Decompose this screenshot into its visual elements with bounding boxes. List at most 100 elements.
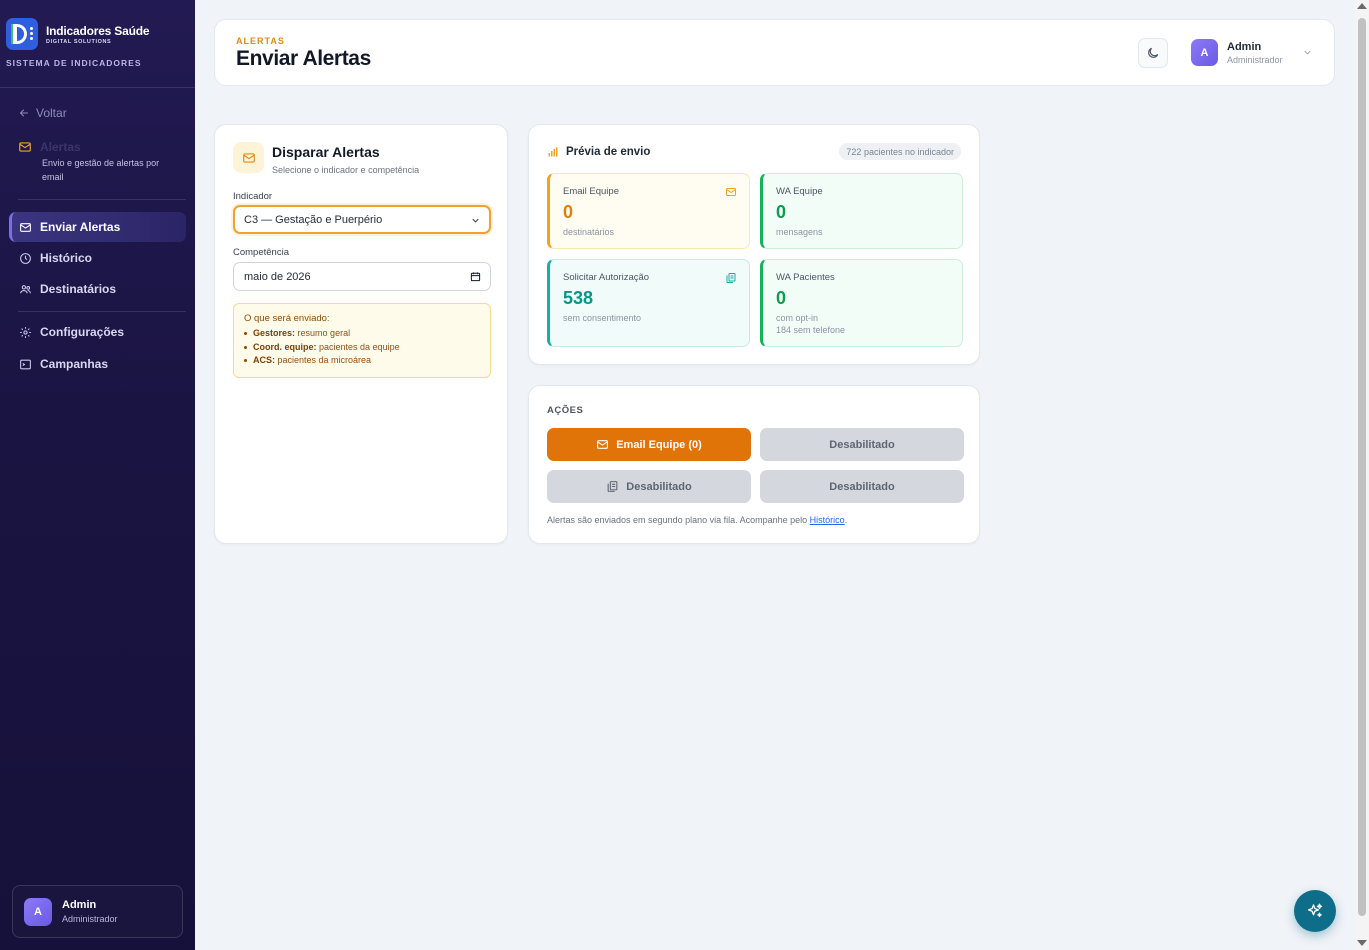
- dispatch-title: Disparar Alertas: [272, 144, 380, 160]
- historico-link[interactable]: Histórico: [810, 515, 845, 525]
- mail-icon: [19, 142, 31, 152]
- info-title: O que será enviado:: [244, 313, 330, 324]
- sidebar-item-label: Configurações: [40, 325, 125, 339]
- calendar-icon[interactable]: [470, 271, 481, 282]
- sidebar-item-enviar-alertas[interactable]: Enviar Alertas: [9, 212, 186, 242]
- brand[interactable]: Indicadores Saúde DIGITAL SOLUTIONS: [6, 18, 150, 50]
- sidebar-item-label: Destinatários: [40, 282, 117, 296]
- indicator-select[interactable]: C3 — Gestação e Puerpério: [233, 205, 491, 234]
- chevron-down-icon: [1303, 50, 1311, 55]
- mail-icon: [233, 142, 264, 173]
- users-icon: [20, 284, 31, 293]
- back-link[interactable]: Voltar: [18, 106, 67, 120]
- button-label: Desabilitado: [829, 438, 895, 451]
- sparkles-icon: [1307, 903, 1323, 918]
- competence-label: Competência: [233, 247, 289, 258]
- wa-equipe-button[interactable]: Desabilitado: [760, 428, 964, 461]
- indicator-value: C3 — Gestação e Puerpério: [244, 213, 383, 226]
- stat-label: WA Pacientes: [776, 272, 835, 283]
- sidebar: Indicadores Saúde DIGITAL SOLUTIONS SIST…: [0, 0, 195, 950]
- page-header: ALERTAS Enviar Alertas A Admin Administr…: [214, 19, 1335, 86]
- scrollbar-thumb[interactable]: [1358, 18, 1366, 916]
- stat-label: Solicitar Autorização: [563, 272, 650, 283]
- scroll-down-icon[interactable]: [1357, 940, 1367, 946]
- stat-sub: com opt-in 184 sem telefone: [776, 313, 846, 335]
- stat-label: Email Equipe: [563, 186, 619, 197]
- competence-input[interactable]: maio de 2026: [233, 262, 491, 291]
- stat-wa-equipe: WA Equipe 0 mensagens: [760, 173, 963, 249]
- list-item: Gestores: resumo geral: [244, 327, 480, 341]
- wa-pacientes-button[interactable]: Desabilitado: [760, 470, 964, 503]
- stat-sub: destinatários: [563, 227, 615, 237]
- info-box: O que será enviado: Gestores: resumo ger…: [233, 303, 491, 378]
- user-name: Admin: [62, 899, 97, 911]
- section-header: Alertas Envio e gestão de alertas por em…: [18, 140, 172, 184]
- stat-email-equipe: Email Equipe 0 destinatários: [547, 173, 750, 249]
- brand-subtitle: DIGITAL SOLUTIONS: [46, 38, 112, 45]
- stat-sub: mensagens: [776, 227, 823, 237]
- section-description: Envio e gestão de alertas por email: [42, 158, 160, 182]
- actions-title: AÇÕES: [547, 405, 584, 416]
- solicitar-autorizacao-button[interactable]: Desabilitado: [547, 470, 751, 503]
- logo-icon: [6, 18, 38, 50]
- user-name: Admin: [1227, 40, 1262, 53]
- scroll-up-icon[interactable]: [1357, 3, 1367, 9]
- stat-solicitar-autorizacao: Solicitar Autorização 538 sem consentime…: [547, 259, 750, 347]
- competence-value: maio de 2026: [244, 270, 311, 283]
- arrow-left-icon: [19, 109, 28, 117]
- sidebar-divider: [18, 199, 186, 200]
- button-label: Desabilitado: [829, 480, 895, 493]
- sidebar-item-label: Enviar Alertas: [40, 220, 121, 234]
- list-item: ACS: pacientes da microárea: [244, 354, 480, 368]
- user-role: Administrador: [1227, 54, 1283, 65]
- clipboard-icon: [607, 481, 618, 492]
- dispatch-subtitle: Selecione o indicador e competência: [272, 165, 420, 175]
- terminal-icon: [20, 359, 31, 369]
- actions-card: AÇÕES Email Equipe (0) Desabilitado Desa…: [528, 385, 980, 544]
- clock-icon: [20, 252, 31, 264]
- section-title: Alertas: [40, 140, 81, 154]
- page-title: Enviar Alertas: [236, 47, 371, 70]
- chevron-down-icon: [472, 218, 479, 223]
- back-label: Voltar: [36, 106, 67, 120]
- stat-value: 538: [563, 288, 594, 308]
- email-equipe-button[interactable]: Email Equipe (0): [547, 428, 751, 461]
- patients-count-badge: 722 pacientes no indicador: [839, 143, 961, 160]
- sidebar-item-configuracoes[interactable]: Configurações: [9, 317, 186, 347]
- header-user-menu[interactable]: A Admin Administrador: [1191, 39, 1313, 66]
- avatar: A: [1191, 39, 1218, 66]
- mail-icon: [597, 440, 609, 449]
- stat-label: WA Equipe: [776, 186, 823, 197]
- sidebar-item-label: Histórico: [40, 251, 93, 265]
- sidebar-item-label: Campanhas: [40, 357, 109, 371]
- bar-chart-icon: [548, 147, 558, 157]
- stat-value: 0: [776, 202, 787, 222]
- stat-wa-pacientes: WA Pacientes 0 com opt-in 184 sem telefo…: [760, 259, 963, 347]
- mail-icon: [20, 222, 31, 232]
- stat-value: 0: [776, 288, 787, 308]
- indicator-label: Indicador: [233, 191, 273, 202]
- user-role: Administrador: [62, 914, 118, 924]
- clipboard-icon: [726, 273, 736, 283]
- actions-note: Alertas são enviados em segundo plano vi…: [547, 515, 848, 525]
- sidebar-user-card[interactable]: A Admin Administrador: [12, 885, 183, 938]
- stat-value: 0: [563, 202, 574, 222]
- dispatch-card: Disparar Alertas Selecione o indicador e…: [214, 124, 508, 544]
- sidebar-item-historico[interactable]: Histórico: [9, 243, 186, 273]
- sidebar-item-destinatarios[interactable]: Destinatários: [9, 274, 186, 304]
- avatar: A: [24, 897, 52, 926]
- system-label: SISTEMA DE INDICADORES: [6, 58, 142, 68]
- button-label: Email Equipe (0): [616, 438, 702, 451]
- preview-header: Prévia de envio: [547, 146, 650, 158]
- list-item: Coord. equipe: pacientes da equipe: [244, 341, 480, 355]
- sidebar-divider: [0, 87, 195, 88]
- ai-assistant-button[interactable]: [1294, 890, 1336, 932]
- sidebar-divider: [18, 311, 186, 312]
- mail-icon: [726, 188, 736, 196]
- preview-title: Prévia de envio: [566, 146, 651, 158]
- theme-toggle-button[interactable]: [1138, 38, 1168, 68]
- moon-icon: [1148, 47, 1159, 58]
- sidebar-item-campanhas[interactable]: Campanhas: [9, 349, 186, 379]
- stat-sub: sem consentimento: [563, 313, 642, 323]
- brand-name: Indicadores Saúde: [46, 23, 150, 38]
